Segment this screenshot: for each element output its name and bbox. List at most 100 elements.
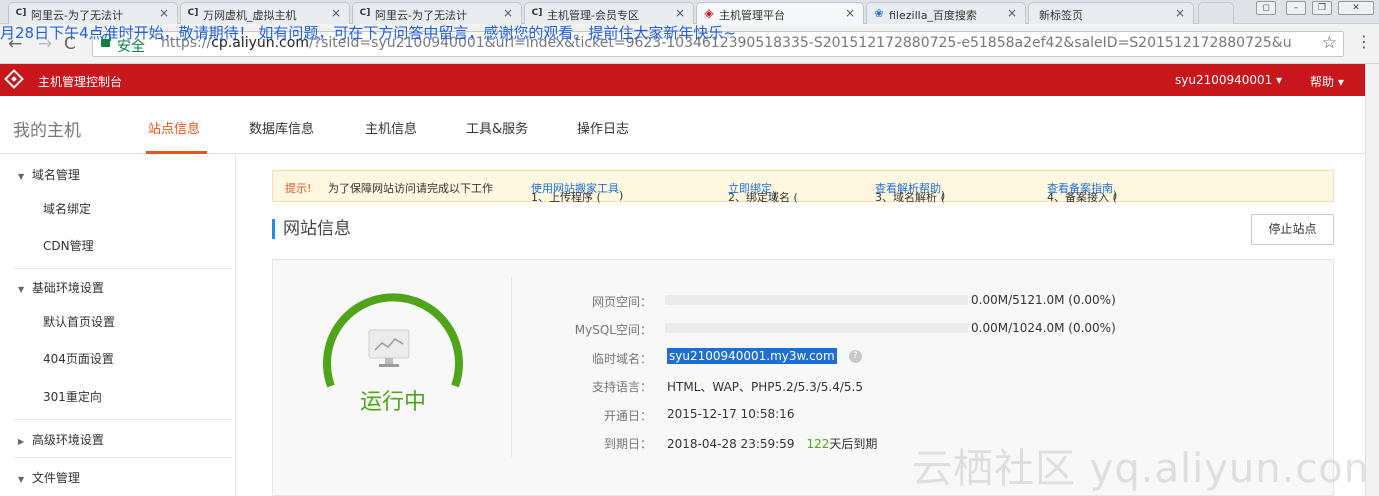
web-space-label: 网页空间：	[591, 295, 652, 309]
notice-intro: 为了保障网站访问请完成以下工作	[328, 182, 493, 195]
user-menu[interactable]: syu2100940001 ▾	[1175, 73, 1282, 87]
close-icon[interactable]: ×	[159, 6, 169, 20]
close-paren: )	[1113, 189, 1118, 202]
temp-domain-row: syu2100940001.my3w.com?	[667, 348, 862, 364]
step-text: 4、备案接入 (	[1047, 191, 1117, 204]
new-tab-button[interactable]	[1198, 2, 1234, 24]
browser-tab-1[interactable]: C] 阿里云-为了无法计 ×	[8, 2, 178, 24]
watermark: 云栖社区 yq.aliyun.com	[912, 446, 1379, 492]
panel-divider	[511, 277, 512, 457]
close-icon[interactable]: ×	[845, 6, 855, 20]
sidebar-item-404-page[interactable]: 404页面设置	[43, 350, 114, 367]
temp-domain-link[interactable]: syu2100940001.my3w.com	[667, 348, 837, 364]
sidebar-group-file-management[interactable]: ▼ 文件管理	[18, 469, 80, 486]
notice-tip-label: 提示!	[285, 182, 312, 195]
step-text: 2、绑定域名 (	[728, 191, 798, 204]
browser-tab-4[interactable]: C] 主机管理-会员专区 ×	[524, 2, 694, 24]
minimize-icon[interactable]: –	[1286, 1, 1306, 15]
console-title: 主机管理控制台	[38, 75, 123, 89]
expire-date-label: 到期日：	[603, 437, 652, 451]
mysql-space-label: MySQL空间：	[574, 323, 652, 337]
sidebar-group-basic-env[interactable]: ▼ 基础环境设置	[18, 279, 104, 296]
days-left-count: 122	[806, 437, 830, 451]
browser-tab-strip: C] 阿里云-为了无法计 × C] 万网虚机_虚拟主机 × C] 阿里云-为了无…	[0, 0, 1379, 24]
sidebar-item-cdn[interactable]: CDN管理	[43, 237, 94, 254]
active-tab-indicator	[146, 151, 207, 154]
console-logo-icon	[4, 69, 24, 89]
open-date-label: 开通日：	[603, 409, 652, 423]
temp-domain-label: 临时域名：	[591, 352, 652, 366]
aliyun-tab-icon: C]	[531, 8, 543, 18]
tab-operation-log[interactable]: 操作日志	[577, 118, 629, 137]
mysql-space-bar	[665, 323, 968, 333]
days-left-suffix: 天后到期	[829, 437, 878, 451]
profile-icon[interactable]: ◻	[1256, 1, 1276, 15]
restore-icon[interactable]: ❐	[1312, 1, 1332, 15]
tab-label: 阿里云-为了无法计	[31, 9, 123, 22]
sidebar: ▼ 域名管理 域名绑定 CDN管理 ▼ 基础环境设置 默认首页设置 404页面设…	[0, 155, 236, 496]
step-text: 1、上传程序 (	[531, 191, 601, 204]
close-icon[interactable]: ×	[503, 6, 513, 20]
tab-tools-services[interactable]: 工具&服务	[466, 118, 528, 137]
console-header: 主机管理控制台 syu2100940001 ▾ 帮助 ▾	[0, 64, 1365, 96]
notice-step-1: 1、上传程序 (使用网站搬家工具)	[531, 180, 623, 204]
sidebar-group-label: 高级环境设置	[31, 433, 104, 447]
close-icon[interactable]: ×	[331, 6, 341, 20]
tab-label: filezilla_百度搜索	[889, 9, 977, 22]
browser-tab-active[interactable]: ◈ 主机管理平台 ×	[696, 2, 864, 24]
tab-host-info[interactable]: 主机信息	[365, 118, 417, 137]
sidebar-group-advanced-env[interactable]: ▶ 高级环境设置	[18, 431, 104, 448]
diamond-tab-icon: ◈	[704, 6, 714, 20]
page-scrollbar[interactable]	[1365, 64, 1379, 496]
help-menu[interactable]: 帮助 ▾	[1310, 73, 1344, 90]
aliyun-tab-icon: C]	[187, 8, 199, 18]
sidebar-item-default-page[interactable]: 默认首页设置	[43, 313, 115, 330]
main-nav: 我的主机 站点信息 数据库信息 主机信息 工具&服务 操作日志	[0, 96, 1365, 154]
caret-right-icon: ▶	[18, 437, 25, 446]
monitor-icon	[368, 329, 410, 367]
step-text: 3、域名解析 (	[875, 191, 945, 204]
sidebar-item-domain-binding[interactable]: 域名绑定	[43, 200, 91, 217]
caret-down-icon: ▼	[18, 475, 25, 484]
languages-value: HTML、WAP、PHP5.2/5.3/5.4/5.5	[667, 380, 864, 394]
caret-down-icon: ▼	[18, 172, 25, 181]
stop-site-button[interactable]: 停止站点	[1251, 214, 1334, 245]
aliyun-tab-icon: C]	[15, 8, 27, 18]
browser-tab-7[interactable]: 新标签页 ×	[1028, 2, 1194, 24]
notice-step-4: 4、备案接入 (查看备案指南)	[1047, 180, 1117, 204]
browser-tab-6[interactable]: ❀ filezilla_百度搜索 ×	[866, 2, 1026, 24]
sidebar-divider	[14, 419, 232, 420]
close-paren: )	[772, 189, 777, 202]
tab-site-info[interactable]: 站点信息	[148, 118, 200, 137]
sidebar-divider	[14, 457, 232, 458]
open-date-value: 2015-12-17 10:58:16	[667, 407, 795, 421]
tab-database-info[interactable]: 数据库信息	[249, 118, 314, 137]
browser-tab-2[interactable]: C] 万网虚机_虚拟主机 ×	[180, 2, 350, 24]
web-space-value: 0.00M/5121.0M (0.00%)	[971, 293, 1116, 307]
browser-menu-icon[interactable]: ⋮	[1356, 32, 1372, 51]
window-close-icon[interactable]: ✕	[1338, 1, 1374, 15]
notice-step-2: 2、绑定域名 (立即绑定)	[728, 180, 798, 204]
brand-title: 我的主机	[13, 121, 81, 141]
caret-down-icon: ▼	[18, 285, 25, 294]
sidebar-divider	[14, 268, 232, 269]
tab-label: 阿里云-为了无法计	[375, 9, 467, 22]
close-icon[interactable]: ×	[1175, 6, 1185, 20]
help-question-icon[interactable]: ?	[848, 350, 862, 363]
languages-label: 支持语言：	[591, 380, 652, 394]
close-icon[interactable]: ×	[1007, 6, 1017, 20]
sidebar-group-label: 文件管理	[31, 471, 80, 485]
sidebar-item-301-redirect[interactable]: 301重定向	[43, 388, 102, 405]
expire-date-row: 2018-04-28 23:59:59 122天后到期	[667, 435, 877, 452]
aliyun-tab-icon: C]	[359, 8, 371, 18]
mysql-space-value: 0.00M/1024.0M (0.00%)	[971, 321, 1116, 335]
paw-tab-icon: ❀	[874, 7, 884, 20]
sidebar-group-label: 基础环境设置	[31, 281, 104, 295]
expire-date-value: 2018-04-28 23:59:59	[667, 437, 795, 451]
close-icon[interactable]: ×	[675, 6, 685, 20]
browser-tab-3[interactable]: C] 阿里云-为了无法计 ×	[352, 2, 522, 24]
close-paren: )	[619, 189, 624, 202]
sidebar-group-domain[interactable]: ▼ 域名管理	[18, 166, 80, 183]
bookmark-star-icon[interactable]: ☆	[1322, 33, 1337, 53]
tab-label: 万网虚机_虚拟主机	[203, 9, 297, 22]
